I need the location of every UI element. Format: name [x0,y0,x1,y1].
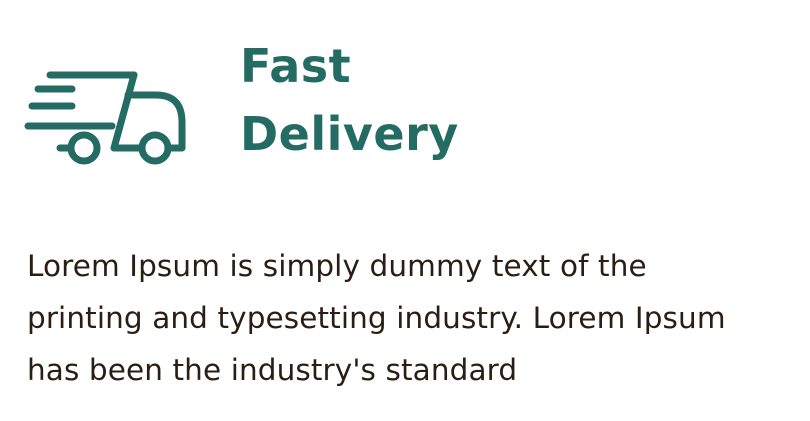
feature-title-line-1: Fast [240,39,352,93]
feature-title: Fast Delivery [240,32,660,168]
feature-description: Lorem Ipsum is simply dummy text of the … [27,249,726,387]
fast-delivery-truck-icon [24,66,190,168]
feature-card: Fast Delivery Lorem Ipsum is simply dumm… [0,0,810,421]
feature-title-line-2: Delivery [240,107,459,161]
